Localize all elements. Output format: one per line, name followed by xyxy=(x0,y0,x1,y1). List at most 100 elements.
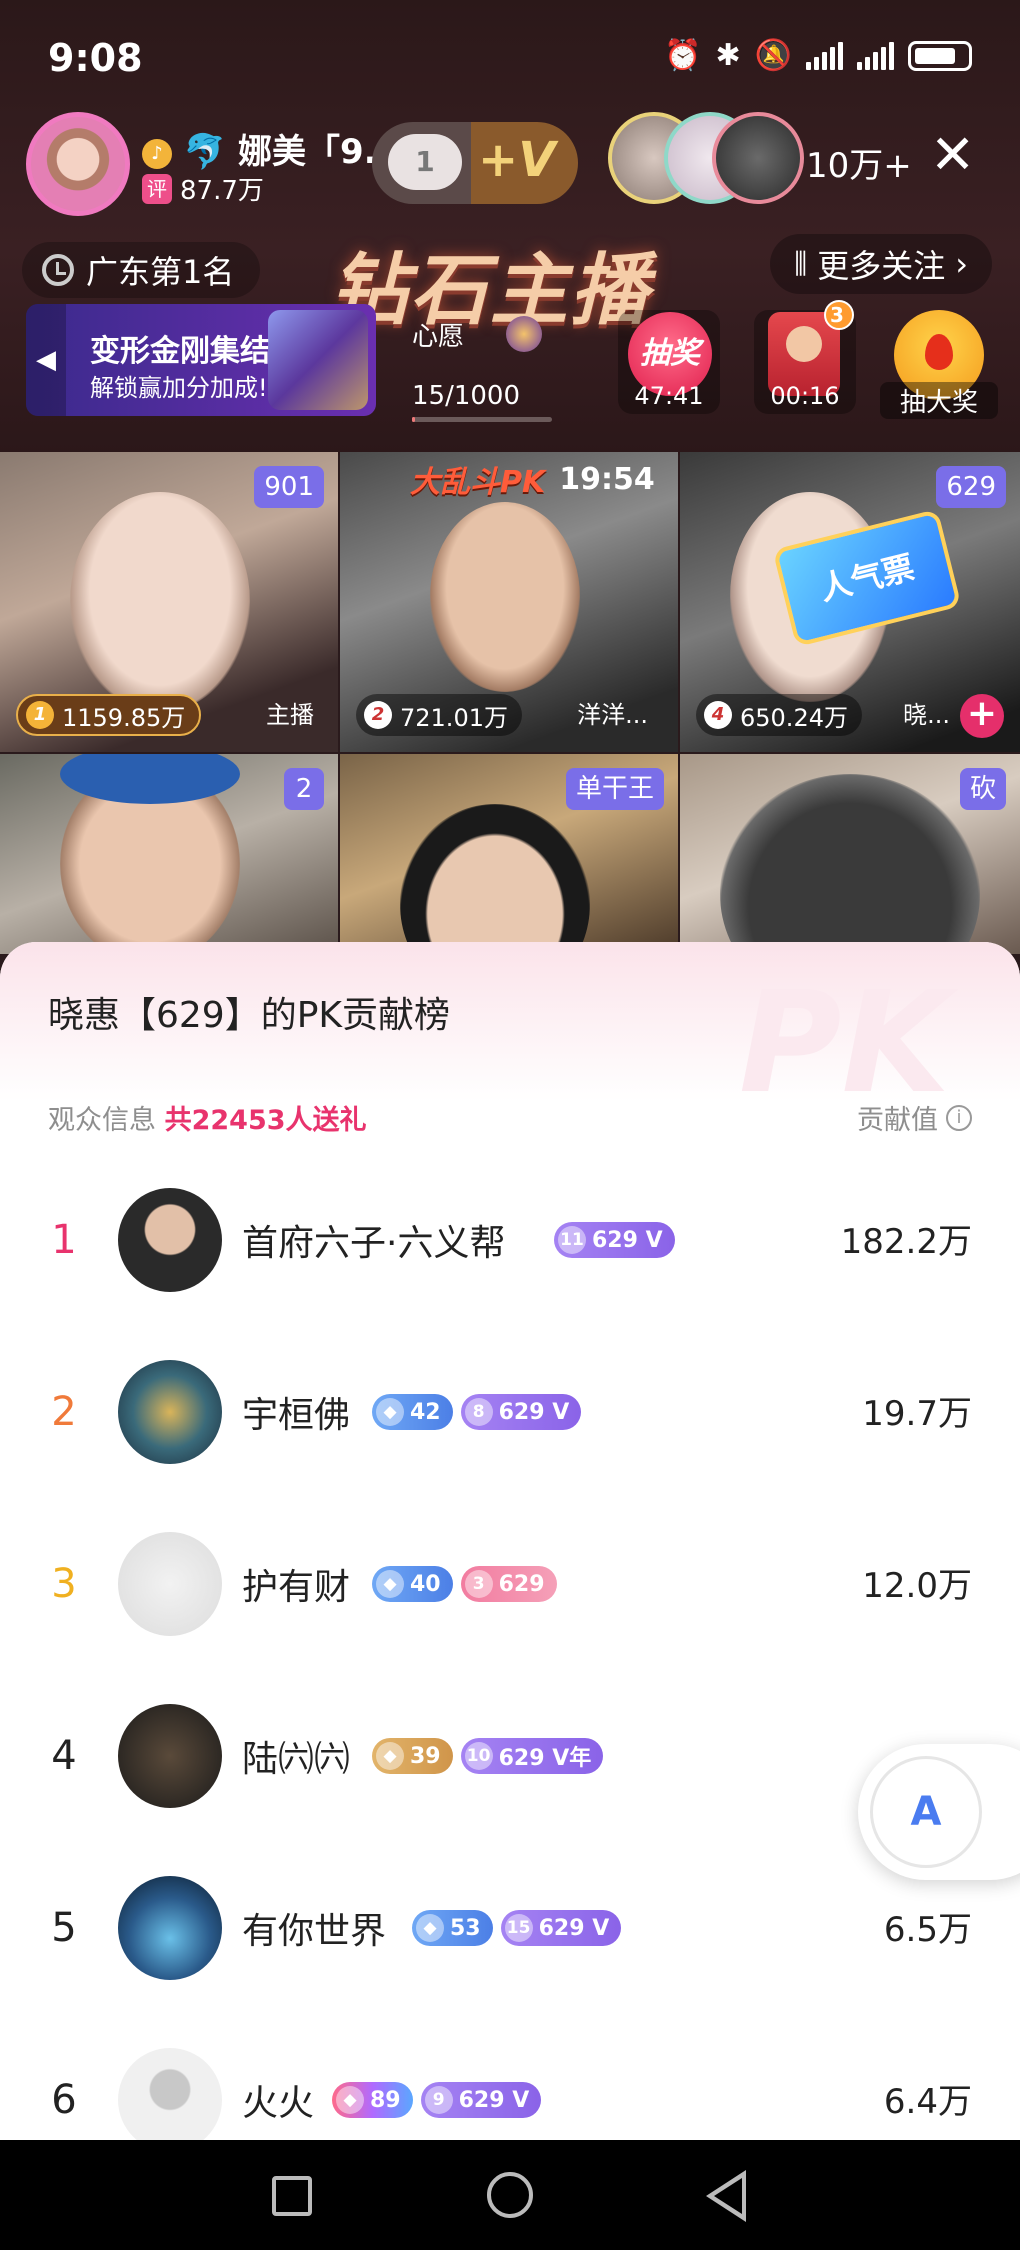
ping-badge: 评 xyxy=(142,173,172,204)
leaderboard-row[interactable]: 5 有你世界 ◆ 53 15 629 V 6.5万 xyxy=(0,1842,1020,2014)
leaderboard-rank: 3 xyxy=(51,1561,77,1607)
scan-text-icon[interactable]: A xyxy=(870,1756,982,1868)
battery-icon xyxy=(908,40,972,71)
badge-icon: 15 xyxy=(504,1914,533,1942)
leaderboard-rank: 5 xyxy=(51,1905,77,1951)
user-name[interactable]: 陆㈥㈥ xyxy=(242,1730,350,1782)
level-badge: 15 629 V xyxy=(500,1910,622,1946)
redbag-face xyxy=(786,326,822,362)
video-tile[interactable]: 单干王 xyxy=(340,754,678,954)
contribution-header[interactable]: 贡献值 i xyxy=(857,1098,972,1137)
badge-icon: 11 xyxy=(558,1226,586,1254)
system-nav-bar xyxy=(0,2140,1020,2250)
user-avatar[interactable] xyxy=(118,1532,222,1636)
tile-rank: 4 xyxy=(704,701,732,729)
chevron-left-icon[interactable]: ◀ xyxy=(26,304,66,416)
user-avatar[interactable] xyxy=(118,1704,222,1808)
badge-text: 629 V xyxy=(538,1915,610,1941)
badge-text: 629 V xyxy=(592,1227,663,1253)
tile-score: 1 1159.85万 xyxy=(16,694,202,736)
video-tile[interactable]: 砍 xyxy=(680,754,1020,954)
user-avatar[interactable] xyxy=(118,1360,222,1464)
level-badge: 10 629 V年 xyxy=(460,1738,604,1774)
user-avatar[interactable] xyxy=(118,1188,222,1292)
tile-name: 晓... xyxy=(903,701,950,729)
promo-banner[interactable]: ◀ 变形金刚集结 解锁赢加分加成! xyxy=(26,304,376,416)
info-icon[interactable]: i xyxy=(946,1104,972,1131)
tile-badge: 2 xyxy=(284,768,324,810)
recent-apps-icon[interactable] xyxy=(272,2176,312,2216)
user-badges: ◆ 39 10 629 V年 xyxy=(372,1738,604,1774)
badge-icon: ◆ xyxy=(336,2086,364,2114)
wish-progress-text: 15/1000 xyxy=(412,381,521,411)
user-avatar[interactable] xyxy=(118,2048,222,2140)
contribution-value: 6.4万 xyxy=(883,2082,972,2122)
tile-badge: 砍 xyxy=(959,768,1006,810)
badge-text: 53 xyxy=(450,1915,481,1941)
contribution-value: 182.2万 xyxy=(840,1222,972,1262)
badge-text: 629 V年 xyxy=(498,1746,592,1771)
clock-icon xyxy=(42,254,74,286)
level-badge: ◆ 40 xyxy=(372,1566,453,1602)
alarm-icon: ⏰ xyxy=(664,38,702,73)
host-name[interactable]: ♪ 🐬 娜美「9... xyxy=(142,124,402,173)
user-badges: ◆ 40 3 629 xyxy=(372,1566,557,1602)
contribution-value: 6.5万 xyxy=(883,1910,972,1950)
user-name[interactable]: 首府六子·六义帮 xyxy=(242,1214,505,1266)
drop-icon xyxy=(925,334,953,370)
badge-icon: ◆ xyxy=(376,1742,404,1770)
audience-info: 观众信息 共22453人送礼 xyxy=(48,1098,367,1137)
tile-score: 4 650.24万 xyxy=(696,694,862,736)
close-icon[interactable]: ✕ xyxy=(930,128,975,182)
tile-name: 洋洋... xyxy=(577,701,648,729)
promo-title: 变形金刚集结 xyxy=(90,334,270,369)
video-tile[interactable]: 2 xyxy=(0,754,338,954)
leaderboard-row[interactable]: 1 首府六子·六义帮 11 629 V 182.2万 xyxy=(0,1154,1020,1326)
host-fans: 评 87.7万 xyxy=(142,170,264,207)
streamer-face xyxy=(70,492,250,712)
level-badge: ◆ 89 xyxy=(332,2082,413,2118)
badge-text: 39 xyxy=(410,1743,441,1769)
lottery-timer: 47:41 xyxy=(634,382,704,410)
audience-avatar[interactable] xyxy=(712,112,804,204)
home-icon[interactable] xyxy=(487,2172,533,2218)
user-name[interactable]: 宇桓佛 xyxy=(242,1386,350,1438)
badge-icon: 9 xyxy=(424,2086,453,2114)
user-name[interactable]: 有你世界 xyxy=(242,1902,386,1954)
level-badge: ◆ 53 xyxy=(412,1910,493,1946)
user-badges: ◆ 89 9 629 V xyxy=(332,2082,542,2118)
video-tile[interactable]: 901 1 1159.85万 主播 xyxy=(0,452,338,752)
wish-gift-icon xyxy=(506,316,542,352)
robot-image xyxy=(268,310,368,410)
pk-timer-value: 19:54 xyxy=(559,461,655,497)
tile-badge: 单干王 xyxy=(565,768,664,810)
contribution-value: 12.0万 xyxy=(862,1566,972,1606)
leaderboard-row[interactable]: 6 火火 ◆ 89 9 629 V 6.4万 xyxy=(0,2014,1020,2140)
heart-count: 1 xyxy=(415,145,435,178)
level-badge: 11 629 V xyxy=(554,1222,675,1258)
host-avatar[interactable] xyxy=(26,112,130,216)
tile-rank: 1 xyxy=(26,701,54,729)
level-badge: ◆ 42 xyxy=(372,1394,453,1430)
user-name[interactable]: 护有财 xyxy=(242,1558,350,1610)
user-badges: ◆ 42 8 629 V xyxy=(372,1394,582,1430)
leaderboard-row[interactable]: 3 护有财 ◆ 40 3 629 12.0万 xyxy=(0,1498,1020,1670)
user-name[interactable]: 火火 xyxy=(242,2074,314,2126)
big-draw-label[interactable]: 抽大奖 xyxy=(880,382,998,419)
more-follow-button[interactable]: ⫼ 更多关注 › xyxy=(770,234,992,294)
status-icons: ⏰ ✱ 🔕 xyxy=(664,38,972,73)
redbag-badge: 3 xyxy=(824,300,854,330)
region-rank[interactable]: 广东第1名 xyxy=(22,242,261,298)
redbag-timer: 00:16 xyxy=(770,382,840,410)
leaderboard-rank: 6 xyxy=(51,2077,77,2123)
back-icon[interactable] xyxy=(706,2170,746,2222)
add-icon[interactable]: + xyxy=(960,694,1004,738)
audience-count[interactable]: 10万+ xyxy=(806,138,912,187)
leaderboard-rank: 1 xyxy=(51,1217,77,1263)
floating-translate-button[interactable]: A xyxy=(858,1744,1020,1880)
level-badge: 9 629 V xyxy=(420,2082,542,2118)
badge-text: 42 xyxy=(410,1399,441,1425)
user-avatar[interactable] xyxy=(118,1876,222,1980)
leaderboard-row[interactable]: 2 宇桓佛 ◆ 42 8 629 V 19.7万 xyxy=(0,1326,1020,1498)
leaderboard-rank: 4 xyxy=(51,1733,77,1779)
